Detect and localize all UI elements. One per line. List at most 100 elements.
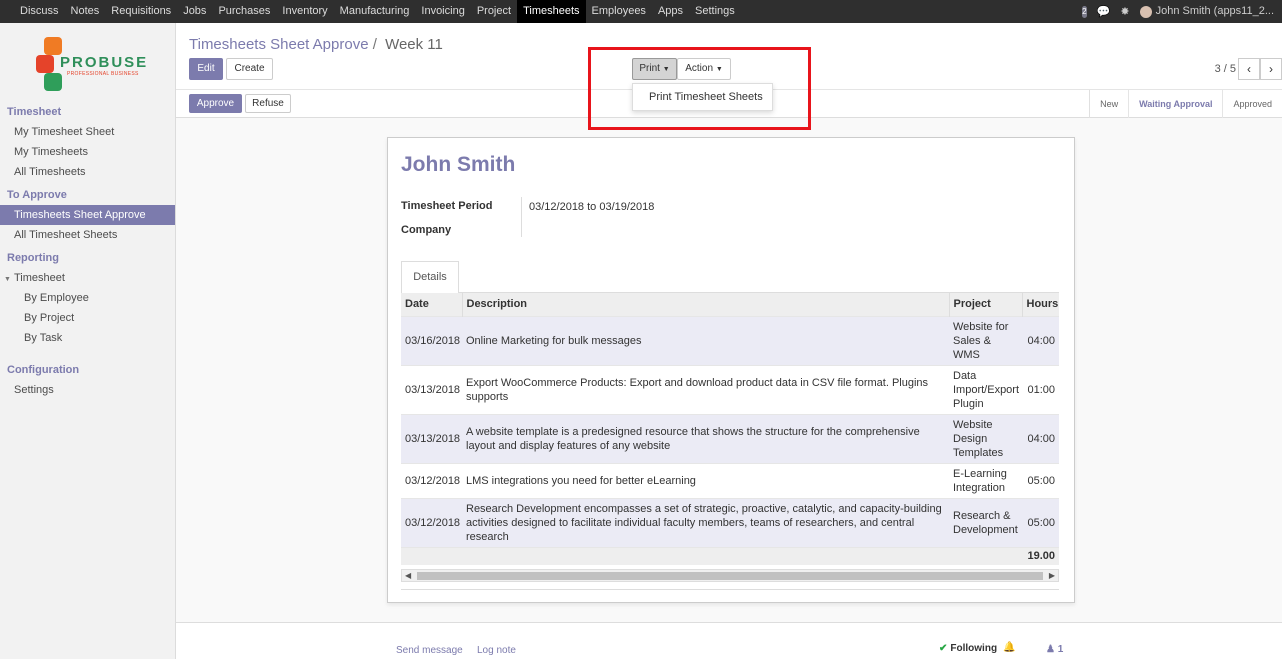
sidebar-item-timesheets-sheet-approve[interactable]: Timesheets Sheet Approve bbox=[0, 205, 175, 225]
column-header-description[interactable]: Description bbox=[461, 293, 949, 316]
menu-item-print-timesheet-sheets[interactable]: Print Timesheet Sheets bbox=[649, 91, 763, 103]
chat-icon[interactable]: 💬 bbox=[1097, 5, 1111, 18]
logo-hex-icon bbox=[44, 37, 62, 55]
log-note-button[interactable]: Log note bbox=[477, 645, 516, 656]
user-menu[interactable]: John Smith (apps11_2... bbox=[1139, 5, 1274, 18]
cell-description: A website template is a predesigned reso… bbox=[462, 413, 949, 463]
action-dropdown-button[interactable]: Action ▼ bbox=[677, 58, 731, 80]
cell-project: Website for Sales & WMS bbox=[949, 315, 1022, 365]
sidebar: PROBUSE PROFESSIONAL BUSINESS Timesheet … bbox=[0, 23, 176, 659]
messages-badge-icon[interactable]: 2 bbox=[1082, 5, 1087, 18]
edit-button[interactable]: Edit bbox=[189, 58, 223, 80]
topnav-item-project[interactable]: Project bbox=[471, 0, 517, 23]
scroll-right-icon[interactable]: ▶ bbox=[1049, 570, 1055, 581]
cell-project: Website Design Templates bbox=[949, 413, 1022, 463]
scroll-left-icon[interactable]: ◀ bbox=[405, 570, 411, 581]
topnav-item-notes[interactable]: Notes bbox=[65, 0, 106, 23]
table-row[interactable]: 03/16/2018 Online Marketing for bulk mess… bbox=[401, 315, 1059, 365]
breadcrumb-current: Week 11 bbox=[385, 36, 443, 53]
bell-icon[interactable]: 🔔 bbox=[1003, 642, 1015, 653]
create-button[interactable]: Create bbox=[226, 58, 273, 80]
divider bbox=[401, 589, 1059, 590]
topnav-item-apps[interactable]: Apps bbox=[652, 0, 689, 23]
user-name: John Smith (apps11_2... bbox=[1155, 5, 1274, 18]
column-header-date[interactable]: Date bbox=[401, 293, 462, 316]
cell-description: Online Marketing for bulk messages bbox=[462, 315, 949, 365]
cell-date: 03/13/2018 bbox=[401, 413, 462, 463]
cell-date: 03/12/2018 bbox=[401, 462, 462, 498]
table-row[interactable]: 03/12/2018 Research Development encompass… bbox=[401, 497, 1059, 547]
column-header-hours[interactable]: Hours bbox=[1021, 293, 1059, 316]
followers-button[interactable]: ♟ 1 bbox=[1046, 644, 1063, 655]
company-label: Company bbox=[401, 224, 452, 236]
sidebar-item-settings[interactable]: Settings bbox=[0, 380, 175, 400]
chatter: Send message Log note ✔ Following 🔔 ♟ 1 bbox=[176, 622, 1282, 659]
sidebar-item-all-timesheets[interactable]: All Timesheets bbox=[0, 162, 175, 182]
send-message-button[interactable]: Send message bbox=[396, 645, 463, 656]
status-bar: New Waiting Approval Approved bbox=[1089, 90, 1282, 118]
cell-date: 03/12/2018 bbox=[401, 497, 462, 547]
print-dropdown-button[interactable]: Print ▼ bbox=[632, 58, 677, 80]
topnav-item-settings[interactable]: Settings bbox=[689, 0, 741, 23]
sidebar-section-reporting: Reporting bbox=[7, 252, 59, 264]
chevron-right-icon: › bbox=[1269, 62, 1273, 76]
cell-hours: 05:00 bbox=[1022, 462, 1059, 498]
form-sheet: John Smith Timesheet Period 03/12/2018 t… bbox=[387, 137, 1075, 603]
sidebar-group-label: Timesheet bbox=[13, 272, 65, 284]
cell-hours: 04:00 bbox=[1022, 315, 1059, 365]
sidebar-item-my-timesheets[interactable]: My Timesheets bbox=[0, 142, 175, 162]
topnav-item-timesheets[interactable]: Timesheets bbox=[517, 0, 586, 23]
timesheet-lines-table: Date Description Project Hours 03/16/201… bbox=[401, 293, 1059, 565]
total-hours: 19.00 bbox=[1022, 546, 1059, 565]
cell-hours: 04:00 bbox=[1022, 413, 1059, 463]
top-navbar: Discuss Notes Requisitions Jobs Purchases Inv… bbox=[0, 0, 1282, 23]
sidebar-item-my-timesheet-sheet[interactable]: My Timesheet Sheet bbox=[0, 122, 175, 142]
table-row[interactable]: 03/13/2018 A website template is a predes… bbox=[401, 413, 1059, 463]
logo-hex-icon bbox=[36, 55, 54, 73]
sidebar-group-timesheet[interactable]: ▼ Timesheet bbox=[0, 268, 175, 288]
action-label: Action bbox=[685, 63, 714, 74]
following-label: Following bbox=[950, 643, 998, 654]
refuse-button[interactable]: Refuse bbox=[245, 94, 291, 113]
sidebar-item-by-task[interactable]: By Task bbox=[0, 328, 175, 348]
sidebar-section-to-approve: To Approve bbox=[7, 189, 67, 201]
divider bbox=[521, 197, 522, 237]
pager-next-button[interactable]: › bbox=[1260, 58, 1282, 80]
pager-previous-button[interactable]: ‹ bbox=[1238, 58, 1260, 80]
following-button[interactable]: ✔ Following bbox=[939, 643, 997, 654]
pager-value: 3 / 5 bbox=[1214, 63, 1236, 75]
period-value: 03/12/2018 to 03/19/2018 bbox=[529, 201, 655, 213]
topnav-item-employees[interactable]: Employees bbox=[586, 0, 652, 23]
horizontal-scrollbar[interactable]: ◀ ▶ bbox=[401, 569, 1059, 582]
table-row[interactable]: 03/13/2018 Export WooCommerce Products: E… bbox=[401, 364, 1059, 414]
cell-project: Research & Development bbox=[949, 497, 1022, 547]
status-new[interactable]: New bbox=[1090, 90, 1128, 118]
topnav-item-inventory[interactable]: Inventory bbox=[276, 0, 333, 23]
sidebar-section-timesheet: Timesheet bbox=[7, 106, 62, 118]
total-row: 19.00 bbox=[401, 546, 1059, 565]
sidebar-item-all-timesheet-sheets[interactable]: All Timesheet Sheets bbox=[0, 225, 175, 245]
logo-word: PROBUSE bbox=[60, 54, 149, 71]
topnav-item-purchases[interactable]: Purchases bbox=[212, 0, 276, 23]
topnav-item-manufacturing[interactable]: Manufacturing bbox=[334, 0, 416, 23]
debug-bug-icon[interactable]: ✸ bbox=[1120, 5, 1129, 18]
table-row[interactable]: 03/12/2018 LMS integrations you need for … bbox=[401, 462, 1059, 498]
caret-down-icon: ▼ bbox=[715, 66, 723, 73]
breadcrumb: Timesheets Sheet Approve / Week 11 bbox=[189, 36, 443, 53]
topnav-item-invoicing[interactable]: Invoicing bbox=[415, 0, 470, 23]
scrollbar-thumb[interactable] bbox=[417, 572, 1043, 580]
topnav-item-discuss[interactable]: Discuss bbox=[14, 0, 65, 23]
cell-date: 03/13/2018 bbox=[401, 364, 462, 414]
breadcrumb-parent[interactable]: Timesheets Sheet Approve bbox=[189, 36, 369, 53]
caret-down-icon: ▼ bbox=[662, 66, 670, 73]
topnav-item-jobs[interactable]: Jobs bbox=[177, 0, 212, 23]
status-approved[interactable]: Approved bbox=[1222, 90, 1282, 118]
sidebar-item-by-project[interactable]: By Project bbox=[0, 308, 175, 328]
status-waiting-approval[interactable]: Waiting Approval bbox=[1128, 90, 1222, 118]
topnav-item-requisitions[interactable]: Requisitions bbox=[105, 0, 177, 23]
sidebar-item-by-employee[interactable]: By Employee bbox=[0, 288, 175, 308]
cell-description: Export WooCommerce Products: Export and … bbox=[462, 364, 949, 414]
tab-details[interactable]: Details bbox=[401, 261, 459, 293]
approve-button[interactable]: Approve bbox=[189, 94, 242, 113]
column-header-project[interactable]: Project bbox=[948, 293, 1022, 316]
